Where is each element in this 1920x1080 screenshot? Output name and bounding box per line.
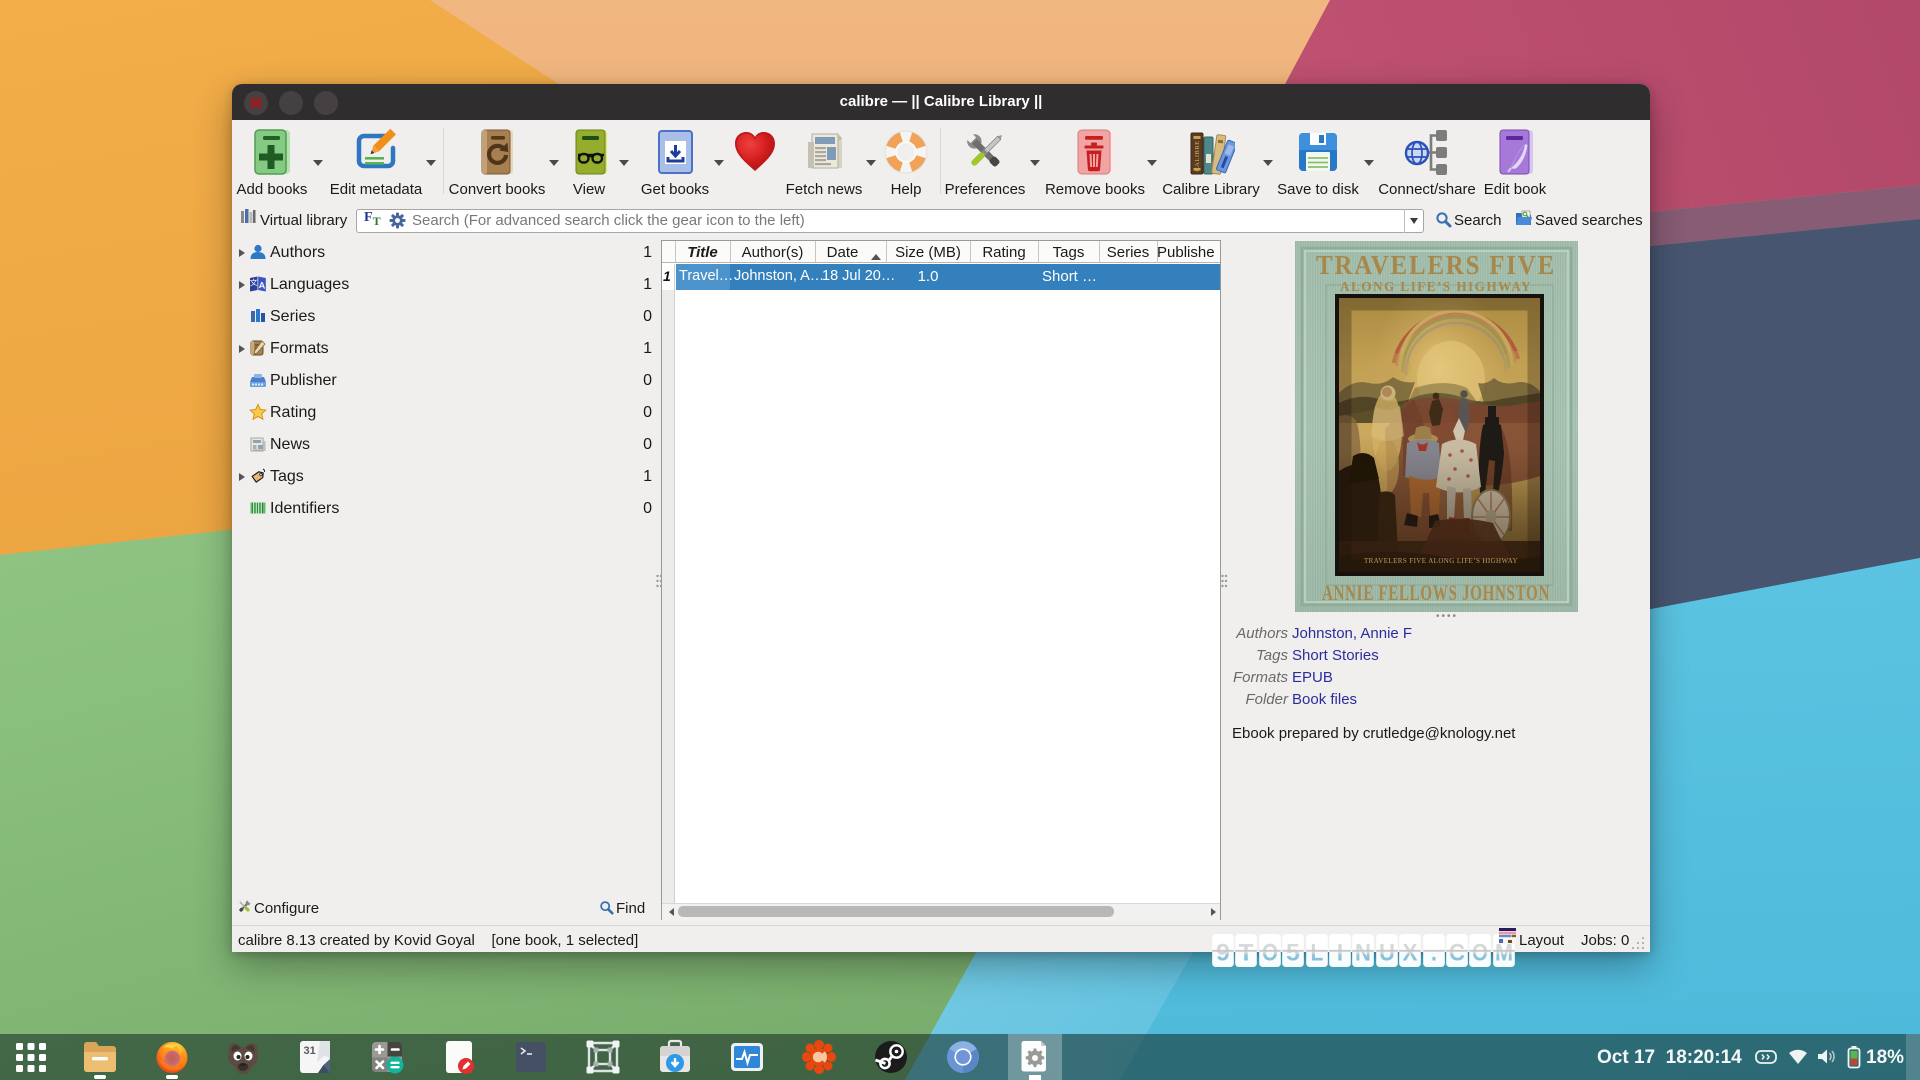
svg-text:T: T [1239,940,1254,967]
svg-text:A: A [259,280,266,291]
svg-text:N: N [1355,940,1371,967]
svg-text:I: I [1337,940,1343,967]
svg-text:TRAVELERS FIVE ALONG LIFE’S HI: TRAVELERS FIVE ALONG LIFE’S HIGHWAY [1364,557,1518,565]
svg-text:TRAVELERS FIVE: TRAVELERS FIVE [1316,250,1556,280]
svg-text:X: X [1403,940,1418,967]
svg-text:O: O [1262,940,1278,967]
svg-text:U: U [1379,940,1395,967]
svg-text:L: L [1310,940,1323,967]
svg-text:文: 文 [250,277,258,288]
svg-text:9: 9 [1216,940,1230,967]
svg-text:C: C [1449,940,1465,967]
svg-text:31: 31 [304,1045,316,1057]
svg-text:5: 5 [1286,940,1300,967]
svg-text:.: . [1431,940,1437,967]
svg-text:ALONG LIFE’S HIGHWAY: ALONG LIFE’S HIGHWAY [1340,280,1532,295]
svg-text:O: O [1472,940,1488,967]
svg-text:ANNIE FELLOWS JOHNSTON: ANNIE FELLOWS JOHNSTON [1322,580,1550,605]
svg-text:CALIBRE: CALIBRE [1194,140,1201,171]
